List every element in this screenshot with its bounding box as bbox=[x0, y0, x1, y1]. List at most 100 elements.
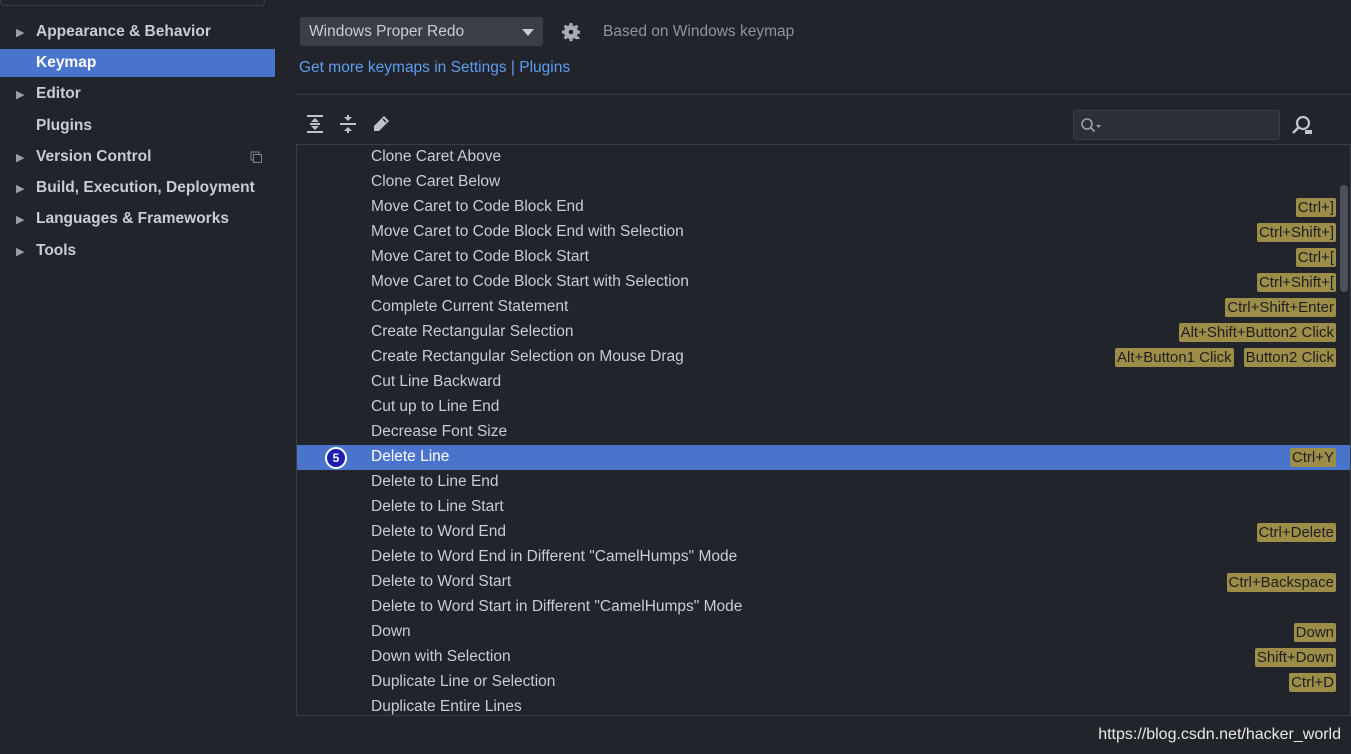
action-name: Delete to Word Start in Different "Camel… bbox=[371, 598, 743, 615]
shortcut-chip: Shift+Down bbox=[1254, 648, 1336, 667]
gear-icon[interactable] bbox=[561, 22, 581, 42]
list-item[interactable]: Down with Selection Shift+Down bbox=[297, 645, 1350, 670]
action-name: Delete to Line End bbox=[371, 473, 499, 490]
sidebar-search-field[interactable] bbox=[0, 0, 265, 6]
sidebar-item-plugins[interactable]: Plugins bbox=[0, 112, 275, 140]
list-item[interactable]: Duplicate Entire Lines bbox=[297, 695, 1350, 715]
list-item[interactable]: Move Caret to Code Block Start Ctrl+[ bbox=[297, 245, 1350, 270]
shortcut-chip: Ctrl+Shift+] bbox=[1256, 223, 1336, 242]
action-name: Move Caret to Code Block Start bbox=[371, 248, 589, 265]
list-item[interactable]: Delete to Word End in Different "CamelHu… bbox=[297, 545, 1350, 570]
action-name: Create Rectangular Selection on Mouse Dr… bbox=[371, 348, 684, 365]
action-name: Cut up to Line End bbox=[371, 398, 500, 415]
sidebar-item-label: Editor bbox=[36, 85, 81, 102]
list-item[interactable]: Delete to Word End Ctrl+Delete bbox=[297, 520, 1350, 545]
list-item[interactable]: Decrease Font Size bbox=[297, 420, 1350, 445]
action-name: Complete Current Statement bbox=[371, 298, 569, 315]
action-name: Down with Selection bbox=[371, 648, 511, 665]
shortcut-chip: Ctrl+Delete bbox=[1256, 523, 1336, 542]
chevron-right-icon: ▶ bbox=[16, 88, 25, 101]
sidebar-item-keymap[interactable]: Keymap bbox=[0, 49, 275, 77]
shortcut-chip: Ctrl+Shift+Enter bbox=[1225, 298, 1336, 317]
list-item[interactable]: Create Rectangular Selection on Mouse Dr… bbox=[297, 345, 1350, 370]
list-item[interactable]: Cut Line Backward bbox=[297, 370, 1350, 395]
shortcut-group: Down bbox=[1293, 623, 1336, 642]
action-name: Clone Caret Below bbox=[371, 173, 501, 190]
chevron-right-icon: ▶ bbox=[16, 182, 25, 195]
list-item[interactable]: Move Caret to Code Block End Ctrl+] bbox=[297, 195, 1350, 220]
based-on-label: Based on Windows keymap bbox=[603, 23, 795, 40]
shortcut-chip: Button2 Click bbox=[1243, 348, 1336, 367]
project-level-icon bbox=[250, 151, 262, 163]
sidebar-item-label: Plugins bbox=[36, 117, 92, 134]
keymap-dropdown[interactable]: Windows Proper Redo bbox=[300, 17, 543, 46]
shortcut-group: Ctrl+Y bbox=[1289, 448, 1336, 467]
sidebar-item-editor[interactable]: ▶ Editor bbox=[0, 80, 275, 108]
shortcut-group: Ctrl+] bbox=[1295, 198, 1336, 217]
sidebar-item-label: Languages & Frameworks bbox=[36, 210, 229, 227]
action-name: Delete to Word Start bbox=[371, 573, 512, 590]
shortcut-group: Alt+Button1 Click Button2 Click bbox=[1114, 348, 1336, 367]
action-name: Delete to Word End bbox=[371, 523, 506, 540]
list-item[interactable]: Move Caret to Code Block End with Select… bbox=[297, 220, 1350, 245]
sidebar-item-languages-frameworks[interactable]: ▶ Languages & Frameworks bbox=[0, 205, 275, 233]
list-item[interactable]: Clone Caret Below bbox=[297, 170, 1350, 195]
action-name: Decrease Font Size bbox=[371, 423, 508, 440]
list-item[interactable]: 5 Delete Line Ctrl+Y bbox=[297, 445, 1350, 470]
sidebar-item-tools[interactable]: ▶ Tools bbox=[0, 237, 275, 265]
shortcut-group: Ctrl+Backspace bbox=[1226, 573, 1336, 592]
action-name: Delete Line bbox=[371, 448, 450, 465]
divider bbox=[296, 94, 1351, 95]
more-keymaps-link[interactable]: Get more keymaps in Settings | Plugins bbox=[299, 59, 570, 77]
shortcut-group: Ctrl+Shift+] bbox=[1256, 223, 1336, 242]
action-name: Clone Caret Above bbox=[371, 148, 502, 165]
action-name: Delete to Line Start bbox=[371, 498, 504, 515]
list-item[interactable]: Complete Current Statement Ctrl+Shift+Ent… bbox=[297, 295, 1350, 320]
action-name: Cut Line Backward bbox=[371, 373, 502, 390]
shortcut-group: Ctrl+Delete bbox=[1256, 523, 1336, 542]
expand-all-icon[interactable] bbox=[305, 114, 325, 134]
pencil-icon[interactable] bbox=[371, 114, 391, 134]
list-item[interactable]: Down Down bbox=[297, 620, 1350, 645]
shortcut-chip: Alt+Shift+Button2 Click bbox=[1178, 323, 1336, 342]
sidebar-item-appearance-behavior[interactable]: ▶ Appearance & Behavior bbox=[0, 18, 275, 46]
shortcut-chip: Ctrl+Backspace bbox=[1226, 573, 1336, 592]
sidebar-item-label: Appearance & Behavior bbox=[36, 23, 211, 40]
list-item[interactable]: Delete to Word Start in Different "Camel… bbox=[297, 595, 1350, 620]
chevron-down-icon bbox=[522, 29, 534, 36]
shortcut-group: Ctrl+Shift+Enter bbox=[1225, 298, 1336, 317]
action-name: Move Caret to Code Block End with Select… bbox=[371, 223, 684, 240]
list-item[interactable]: Duplicate Line or Selection Ctrl+D bbox=[297, 670, 1350, 695]
shortcut-group: Ctrl+Shift+[ bbox=[1256, 273, 1336, 292]
action-list[interactable]: Clone Caret Above Clone Caret Below Move C… bbox=[296, 144, 1351, 716]
chevron-right-icon: ▶ bbox=[16, 151, 25, 164]
action-name: Duplicate Line or Selection bbox=[371, 673, 556, 690]
list-item[interactable]: Delete to Word Start Ctrl+Backspace bbox=[297, 570, 1350, 595]
action-name: Create Rectangular Selection bbox=[371, 323, 574, 340]
sidebar-item-label: Version Control bbox=[36, 148, 152, 165]
list-item[interactable]: Delete to Line End bbox=[297, 470, 1350, 495]
list-item[interactable]: Clone Caret Above bbox=[297, 145, 1350, 170]
settings-sidebar: ▶ Appearance & Behavior Keymap ▶ Editor Plugi… bbox=[0, 0, 275, 754]
scrollbar[interactable] bbox=[1340, 185, 1348, 292]
list-item[interactable]: Cut up to Line End bbox=[297, 395, 1350, 420]
chevron-right-icon: ▶ bbox=[16, 26, 25, 39]
list-item[interactable]: Delete to Line Start bbox=[297, 495, 1350, 520]
shortcut-chip: Ctrl+[ bbox=[1295, 248, 1336, 267]
sidebar-item-label: Keymap bbox=[36, 54, 97, 71]
chevron-right-icon: ▶ bbox=[16, 245, 25, 258]
list-item[interactable]: Create Rectangular Selection Alt+Shift+Bu… bbox=[297, 320, 1350, 345]
find-by-shortcut-icon[interactable] bbox=[1291, 114, 1313, 136]
shortcut-chip: Down bbox=[1293, 623, 1336, 642]
search-field[interactable] bbox=[1073, 110, 1280, 140]
shortcut-group: Ctrl+[ bbox=[1295, 248, 1336, 267]
list-item[interactable]: Move Caret to Code Block Start with Sele… bbox=[297, 270, 1350, 295]
chevron-right-icon: ▶ bbox=[16, 213, 25, 226]
search-input[interactable] bbox=[1104, 113, 1274, 137]
collapse-all-icon[interactable] bbox=[338, 114, 358, 134]
sidebar-item-build-execution-deployment[interactable]: ▶ Build, Execution, Deployment bbox=[0, 174, 275, 202]
action-name: Move Caret to Code Block Start with Sele… bbox=[371, 273, 689, 290]
sidebar-item-version-control[interactable]: ▶ Version Control bbox=[0, 143, 275, 171]
step-marker: 5 bbox=[325, 447, 347, 469]
action-name: Delete to Word End in Different "CamelHu… bbox=[371, 548, 738, 565]
